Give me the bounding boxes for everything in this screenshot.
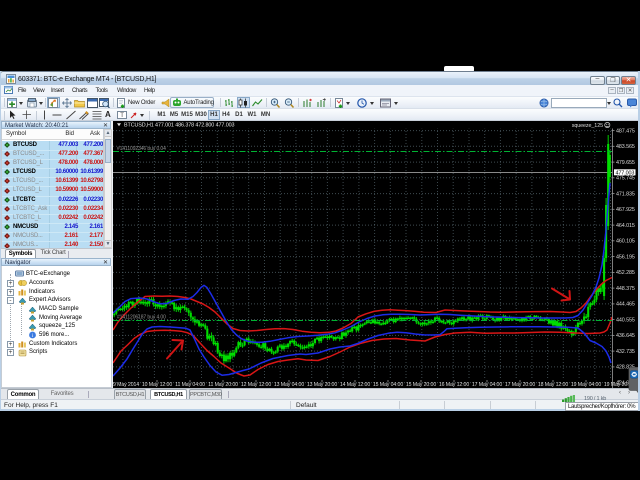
svg-text:14 May 12:00: 14 May 12:00 (340, 382, 370, 388)
svg-text:467.925: 467.925 (616, 207, 635, 213)
svg-text:432.735: 432.735 (616, 349, 635, 355)
svg-text:475.745: 475.745 (616, 176, 635, 182)
svg-text:448.375: 448.375 (616, 286, 635, 292)
svg-text:444.465: 444.465 (616, 302, 635, 308)
svg-text:T: T (120, 113, 124, 119)
svg-text:11 May 04:00: 11 May 04:00 (175, 382, 205, 388)
svg-text:#1411092346 buy 0.04: #1411092346 buy 0.04 (117, 146, 166, 152)
svg-text:479.655: 479.655 (616, 160, 635, 166)
svg-text:15 May 20:00: 15 May 20:00 (406, 382, 436, 388)
svg-text:17 May 04:00: 17 May 04:00 (472, 382, 502, 388)
svg-text:BTCUSD,H1 477.001 486.378 47: BTCUSD,H1 477.001 486.378 472.800 477.00… (124, 123, 234, 129)
svg-text:17 May 20:00: 17 May 20:00 (505, 382, 535, 388)
svg-text:16 May 12:00: 16 May 12:00 (439, 382, 469, 388)
svg-text:464.015: 464.015 (616, 223, 635, 229)
svg-text:#1411206187 buy 4.00: #1411206187 buy 4.00 (117, 314, 166, 320)
svg-text:15 May 04:00: 15 May 04:00 (373, 382, 403, 388)
svg-text:19 May 04:00: 19 May 04:00 (571, 382, 601, 388)
svg-text:456.195: 456.195 (616, 254, 635, 260)
svg-text:436.645: 436.645 (616, 333, 635, 339)
svg-text:483.565: 483.565 (616, 144, 635, 150)
svg-text:13 May 04:00: 13 May 04:00 (274, 382, 304, 388)
svg-text:18 May 12:00: 18 May 12:00 (538, 382, 568, 388)
svg-text:10 May 12:00: 10 May 12:00 (142, 382, 172, 388)
svg-text:12 May 12:00: 12 May 12:00 (241, 382, 271, 388)
svg-text:11 May 20:00: 11 May 20:00 (208, 382, 238, 388)
svg-text:9 May 2014: 9 May 2014 (113, 382, 139, 388)
svg-text:477.003: 477.003 (616, 170, 635, 176)
svg-text:452.285: 452.285 (616, 270, 635, 276)
svg-text:460.105: 460.105 (616, 239, 635, 245)
svg-text:squeeze_125: squeeze_125 (572, 123, 603, 129)
svg-text:440.555: 440.555 (616, 317, 635, 323)
svg-text:487.475: 487.475 (616, 128, 635, 134)
svg-text:471.835: 471.835 (616, 191, 635, 197)
svg-text:13 May 20:00: 13 May 20:00 (307, 382, 337, 388)
